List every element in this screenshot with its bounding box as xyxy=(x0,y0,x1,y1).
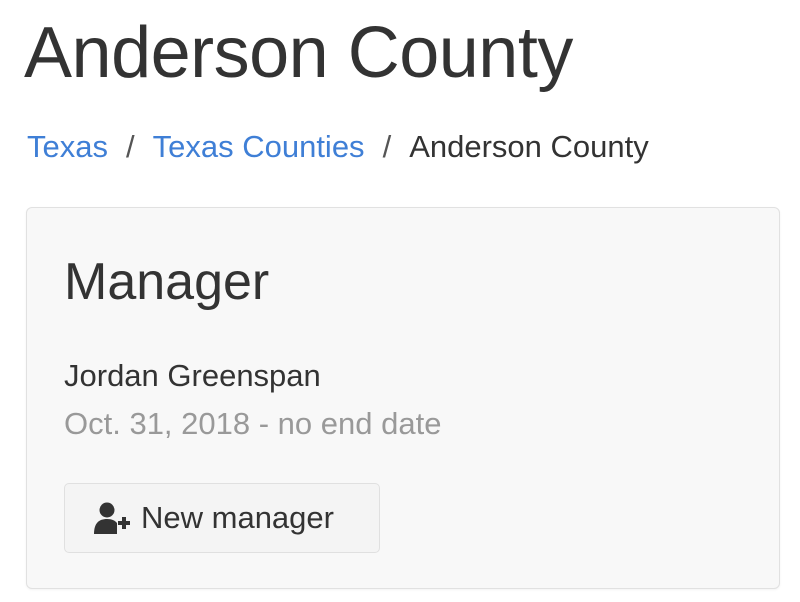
manager-card: Manager Jordan Greenspan Oct. 31, 2018 -… xyxy=(26,207,780,589)
new-manager-button[interactable]: New manager xyxy=(64,483,380,553)
breadcrumb-separator: / xyxy=(382,129,392,164)
new-manager-label: New manager xyxy=(141,500,334,535)
manager-name: Jordan Greenspan xyxy=(64,358,321,393)
breadcrumb-separator: / xyxy=(125,129,135,164)
breadcrumb-link-texas-counties[interactable]: Texas Counties xyxy=(153,128,365,166)
user-plus-icon xyxy=(93,501,131,535)
manager-heading: Manager xyxy=(64,253,270,311)
breadcrumb-current: Anderson County xyxy=(409,129,649,164)
breadcrumb: Texas / Texas Counties / Anderson County xyxy=(27,128,649,166)
page-title: Anderson County xyxy=(24,13,573,93)
breadcrumb-link-texas[interactable]: Texas xyxy=(27,128,108,166)
manager-dates: Oct. 31, 2018 - no end date xyxy=(64,406,442,441)
